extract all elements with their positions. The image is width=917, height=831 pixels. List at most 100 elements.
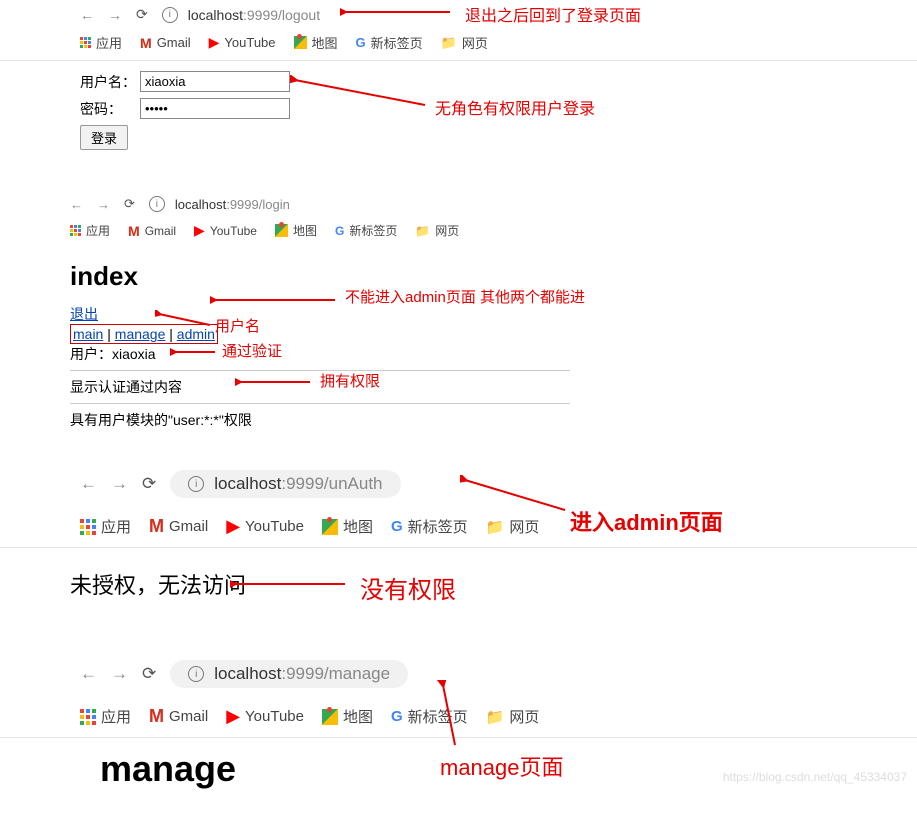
bookmarks-bar: 应用 MGmail ▶YouTube 地图 G 新标签页 📁网页 — [0, 508, 917, 548]
reload-icon[interactable]: ⟳ — [142, 664, 156, 684]
address-bar[interactable]: i localhost:9999/manage — [170, 660, 408, 688]
url-text: localhost:9999/unAuth — [214, 474, 382, 494]
link-manage[interactable]: manage — [115, 326, 166, 342]
page-heading: index — [70, 261, 917, 292]
newtab-label: 新标签页 — [349, 222, 397, 239]
address-bar[interactable]: i localhost:9999/unAuth — [170, 470, 400, 498]
gmail-icon: M — [128, 223, 140, 239]
address-bar[interactable]: i localhost:9999/login — [149, 196, 290, 212]
divider — [70, 403, 570, 404]
apps-icon — [80, 37, 91, 48]
browser-nav: ← → ⟳ i localhost:9999/login — [0, 190, 917, 218]
reload-icon[interactable]: ⟳ — [136, 6, 148, 23]
youtube-icon: ▶ — [194, 222, 205, 239]
divider — [70, 370, 570, 371]
browser-nav: ← → ⟳ i localhost:9999/unAuth — [0, 460, 917, 508]
gmail-label: Gmail — [157, 35, 191, 50]
reload-icon[interactable]: ⟳ — [124, 196, 135, 212]
link-admin[interactable]: admin — [177, 326, 215, 342]
youtube-bookmark[interactable]: ▶ YouTube — [194, 222, 257, 239]
folder-icon: 📁 — [441, 35, 457, 51]
youtube-label: YouTube — [210, 224, 257, 238]
google-icon: G — [391, 518, 403, 535]
maps-label: 地图 — [343, 706, 373, 727]
perm-line: 具有用户模块的"user:*:*"权限 — [70, 412, 252, 428]
sep: | — [165, 326, 176, 342]
newtab-label: 新标签页 — [371, 33, 423, 52]
reload-icon[interactable]: ⟳ — [142, 474, 156, 494]
folder-icon: 📁 — [415, 224, 430, 238]
unauthorized-message: 未授权，无法访问 — [0, 548, 917, 610]
index-body: index 退出 main | manage | admin 用户：xiaoxi… — [0, 247, 917, 430]
maps-bookmark[interactable]: 地图 — [275, 222, 317, 239]
back-arrow-icon[interactable]: ← — [80, 7, 94, 23]
link-main[interactable]: main — [73, 326, 103, 342]
bookmarks-bar: 应用 MGmail ▶ YouTube 地图 G新标签页 📁网页 — [0, 698, 917, 738]
forward-arrow-icon[interactable]: → — [97, 197, 110, 212]
browser-nav: ← → ⟳ i localhost:9999/manage — [0, 650, 917, 698]
forward-arrow-icon[interactable]: → — [111, 474, 128, 494]
apps-icon — [70, 225, 81, 236]
web-label: 网页 — [435, 222, 459, 239]
info-icon: i — [162, 7, 178, 23]
folder-icon: 📁 — [486, 518, 505, 536]
web-bookmark[interactable]: 📁网页 — [486, 706, 540, 727]
browser-nav: ← → ⟳ i localhost:9999/logout — [0, 0, 917, 29]
youtube-icon: ▶ — [226, 706, 240, 727]
logout-link[interactable]: 退出 — [70, 306, 98, 322]
back-arrow-icon[interactable]: ← — [70, 197, 83, 212]
login-form: 用户名： 密码： 登录 — [0, 61, 917, 150]
gmail-bookmark[interactable]: MGmail — [149, 706, 208, 727]
apps-shortcut[interactable]: 应用 — [80, 33, 122, 52]
maps-icon — [322, 709, 338, 725]
back-arrow-icon[interactable]: ← — [80, 664, 97, 684]
web-label: 网页 — [509, 516, 539, 537]
back-arrow-icon[interactable]: ← — [80, 474, 97, 494]
google-icon: G — [356, 35, 366, 50]
maps-label: 地图 — [343, 516, 373, 537]
forward-arrow-icon[interactable]: → — [111, 664, 128, 684]
web-bookmark[interactable]: 📁 网页 — [415, 222, 459, 239]
gmail-bookmark[interactable]: MGmail — [149, 516, 208, 537]
user-value: xiaoxia — [112, 346, 156, 362]
youtube-bookmark[interactable]: ▶YouTube — [226, 516, 304, 537]
bookmarks-bar: 应用 M Gmail ▶ YouTube 地图 G 新标签页 📁 网页 — [0, 218, 917, 247]
apps-icon — [80, 709, 96, 725]
newtab-bookmark[interactable]: G 新标签页 — [335, 222, 397, 239]
login-button[interactable]: 登录 — [80, 125, 128, 150]
newtab-label: 新标签页 — [408, 516, 468, 537]
maps-bookmark[interactable]: 地图 — [294, 33, 338, 52]
newtab-bookmark[interactable]: G 新标签页 — [356, 33, 423, 52]
youtube-label: YouTube — [245, 708, 304, 725]
gmail-bookmark[interactable]: M Gmail — [128, 223, 176, 239]
nav-links-box: main | manage | admin — [70, 324, 218, 344]
newtab-label: 新标签页 — [408, 706, 468, 727]
password-input[interactable] — [140, 98, 290, 119]
gmail-bookmark[interactable]: MGmail — [140, 35, 191, 51]
folder-icon: 📁 — [486, 708, 505, 726]
youtube-bookmark[interactable]: ▶ YouTube — [226, 706, 304, 727]
apps-icon — [80, 519, 96, 535]
apps-shortcut[interactable]: 应用 — [80, 706, 131, 727]
password-label: 密码： — [80, 99, 140, 119]
username-input[interactable] — [140, 71, 290, 92]
gmail-label: Gmail — [169, 708, 208, 725]
maps-label: 地图 — [312, 33, 338, 52]
web-label: 网页 — [462, 33, 488, 52]
maps-bookmark[interactable]: 地图 — [322, 516, 373, 537]
newtab-bookmark[interactable]: G 新标签页 — [391, 516, 468, 537]
youtube-bookmark[interactable]: ▶YouTube — [209, 34, 276, 51]
newtab-bookmark[interactable]: G新标签页 — [391, 706, 468, 727]
web-bookmark[interactable]: 📁网页 — [486, 516, 540, 537]
apps-shortcut[interactable]: 应用 — [70, 222, 110, 239]
google-icon: G — [335, 224, 344, 238]
gmail-label: Gmail — [169, 518, 208, 535]
web-label: 网页 — [509, 706, 539, 727]
address-bar[interactable]: i localhost:9999/logout — [162, 7, 320, 23]
apps-shortcut[interactable]: 应用 — [80, 516, 131, 537]
forward-arrow-icon[interactable]: → — [108, 7, 122, 23]
web-bookmark[interactable]: 📁 网页 — [441, 33, 488, 52]
gmail-label: Gmail — [145, 224, 176, 238]
maps-bookmark[interactable]: 地图 — [322, 706, 373, 727]
section-manage: ← → ⟳ i localhost:9999/manage 应用 MGmail … — [0, 650, 917, 790]
